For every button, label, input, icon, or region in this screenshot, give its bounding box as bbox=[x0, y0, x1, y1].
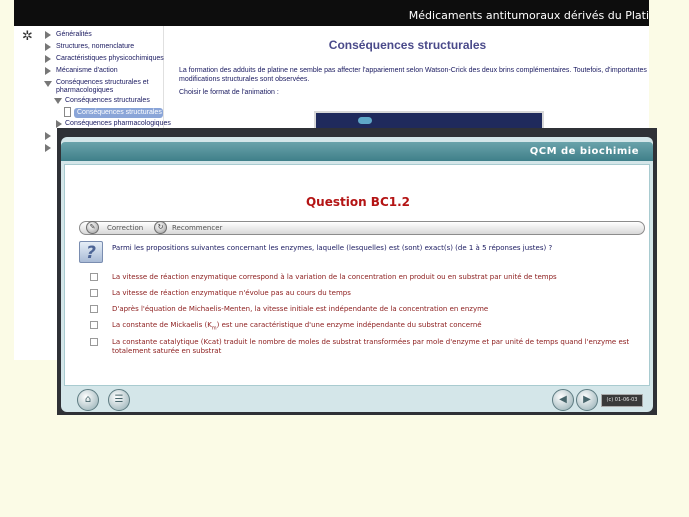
sidebar-item-selected[interactable]: Conséquences structurales bbox=[74, 108, 163, 118]
chevron-right-icon bbox=[45, 55, 51, 63]
sidebar-item-consequences-structurales[interactable]: Conséquences structurales bbox=[65, 97, 150, 104]
previous-button[interactable]: ◀ bbox=[552, 389, 574, 411]
qcm-footer: ⌂ ☰ ◀ ▶ (c) 01-06-03 bbox=[61, 389, 653, 412]
question-title: Question BC1.2 bbox=[305, 195, 411, 209]
sidebar-item-consequences-pharmacologiques[interactable]: Conséquences pharmacologiques bbox=[65, 120, 171, 127]
sidebar-item-consequences[interactable]: Conséquences structurales et pharmacolog… bbox=[56, 79, 160, 95]
qcm-toolbar: ✎ Correction ↻ Recommencer bbox=[79, 221, 645, 235]
answer-text-end: ) est une caractéristique d'une enzyme i… bbox=[216, 321, 482, 329]
chevron-right-icon bbox=[45, 67, 51, 75]
list-icon: ☰ bbox=[114, 394, 124, 405]
home-icon: ⌂ bbox=[84, 394, 92, 405]
arrow-left-icon: ◀ bbox=[559, 394, 567, 405]
sidebar-item-caracteristiques[interactable]: Caractéristiques physicochimiques bbox=[56, 55, 164, 62]
answer-checkbox[interactable] bbox=[90, 321, 98, 329]
sidebar-item-generalites[interactable]: Généralités bbox=[56, 31, 92, 38]
qcm-title: QCM de biochimie bbox=[529, 146, 639, 157]
background-title-bar: Médicaments antitumoraux dérivés du Plat… bbox=[14, 0, 649, 26]
copyright-badge: (c) 01-06-03 bbox=[601, 394, 643, 407]
content-paragraph: La formation des adduits de platine ne s… bbox=[179, 67, 647, 83]
qcm-frame: QCM de biochimie Question BC1.2 ✎ Correc… bbox=[61, 137, 653, 412]
logo-icon: ✲ bbox=[22, 29, 33, 44]
chevron-right-icon bbox=[56, 120, 62, 128]
chevron-right-icon bbox=[45, 132, 51, 140]
question-prompt: Parmi les propositions suivantes concern… bbox=[112, 244, 553, 252]
arrow-right-icon: ▶ bbox=[583, 394, 591, 405]
correction-button[interactable]: Correction bbox=[107, 224, 143, 232]
sidebar-item-mecanisme[interactable]: Mécanisme d'action bbox=[56, 67, 118, 74]
chevron-down-icon bbox=[44, 81, 52, 87]
answer-checkbox[interactable] bbox=[90, 338, 98, 346]
page-title: Conséquences structurales bbox=[328, 38, 487, 52]
chevron-right-icon bbox=[45, 31, 51, 39]
menu-button[interactable]: ☰ bbox=[108, 389, 130, 411]
molecule-image bbox=[358, 117, 372, 124]
chevron-down-icon bbox=[54, 98, 62, 104]
restart-icon[interactable]: ↻ bbox=[154, 221, 167, 234]
answer-checkbox[interactable] bbox=[90, 305, 98, 313]
answer-text: D'après l'équation de Michaelis-Menten, … bbox=[112, 305, 489, 313]
answer-text: La vitesse de réaction enzymatique n'évo… bbox=[112, 289, 351, 297]
document-icon bbox=[64, 107, 71, 117]
question-mark-icon: ? bbox=[79, 241, 103, 263]
qcm-body: Question BC1.2 ✎ Correction ↻ Recommence… bbox=[64, 164, 650, 386]
sidebar-item-structures[interactable]: Structures, nomenclature bbox=[56, 43, 134, 50]
answer-checkbox[interactable] bbox=[90, 273, 98, 281]
qcm-header: QCM de biochimie bbox=[61, 142, 653, 161]
home-button[interactable]: ⌂ bbox=[77, 389, 99, 411]
chevron-right-icon bbox=[45, 144, 51, 152]
background-window-title: Médicaments antitumoraux dérivés du Plat… bbox=[408, 9, 649, 22]
chevron-right-icon bbox=[45, 43, 51, 51]
answer-text-start: La constante de Mickaelis (K bbox=[112, 321, 212, 329]
restart-button[interactable]: Recommencer bbox=[172, 224, 222, 232]
animation-format-label: Choisir le format de l'animation : bbox=[179, 89, 279, 96]
next-button[interactable]: ▶ bbox=[576, 389, 598, 411]
qcm-window: QCM de biochimie Question BC1.2 ✎ Correc… bbox=[57, 128, 657, 415]
answer-text: La constante de Mickaelis (Km) est une c… bbox=[112, 321, 646, 333]
answer-checkbox[interactable] bbox=[90, 289, 98, 297]
answer-text: La constante catalytique (Kcat) traduit … bbox=[112, 338, 630, 355]
answer-text: La vitesse de réaction enzymatique corre… bbox=[112, 273, 557, 281]
correction-icon[interactable]: ✎ bbox=[86, 221, 99, 234]
